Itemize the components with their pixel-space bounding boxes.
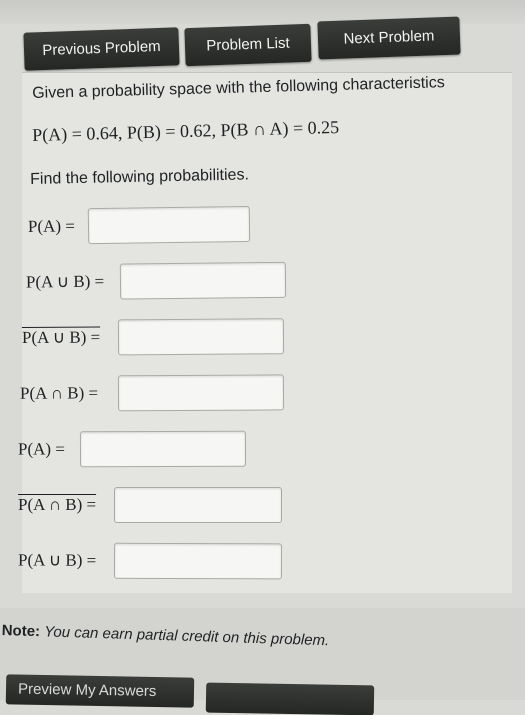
answer-input-p-a[interactable]	[87, 205, 251, 245]
problem-list-button[interactable]: Problem List	[184, 23, 312, 67]
answer-label: P(A ∪ B) =	[25, 271, 105, 292]
answer-row: P(A ∩ B) =	[18, 487, 322, 527]
answer-input-p-a-union-b[interactable]	[119, 261, 287, 300]
answer-input-p-a-complement[interactable]	[79, 430, 247, 468]
answer-row: P(A ∪ B) =	[22, 318, 322, 360]
previous-problem-button[interactable]: Previous Problem	[23, 27, 180, 71]
answer-label: P(A) =	[27, 216, 76, 237]
answer-row: P(A) =	[18, 430, 322, 471]
answer-label: P(A ∩ B) =	[19, 383, 99, 403]
problem-navigation: Previous Problem Problem List Next Probl…	[23, 14, 464, 71]
note-label: Note:	[1, 622, 41, 641]
next-problem-button[interactable]: Next Problem	[317, 16, 461, 60]
answer-input-p-a-intersect-b[interactable]	[117, 374, 285, 412]
preview-answers-button[interactable]: Preview My Answers	[5, 674, 195, 708]
answer-label: P(A ∪ B) =	[17, 550, 97, 570]
problem-intro: Given a probability space with the follo…	[32, 74, 445, 102]
answer-input-complement-a-union-b[interactable]	[117, 318, 285, 356]
answer-row: P(A) =	[22, 205, 323, 249]
answer-row: P(A ∪ B) =	[18, 542, 322, 583]
submit-answers-button[interactable]	[205, 682, 375, 715]
given-probabilities: P(A) = 0.64, P(B) = 0.62, P(B ∩ A) = 0.2…	[32, 117, 339, 146]
answer-label: P(A ∩ B) =	[18, 495, 97, 514]
find-instruction: Find the following probabilities.	[30, 166, 250, 188]
answer-label: P(A) =	[17, 439, 65, 459]
given-text: P(A) = 0.64, P(B) = 0.62, P(B ∩ A) = 0.2…	[32, 116, 340, 145]
answer-input-p-a-complement-union-b[interactable]	[113, 542, 283, 580]
answer-label: P(A ∪ B) =	[21, 327, 101, 348]
answer-row: P(A ∩ B) =	[19, 374, 322, 416]
answer-input-complement-a-intersect-b[interactable]	[114, 487, 282, 523]
answer-row: P(A ∪ B) =	[22, 261, 322, 304]
problem-panel: Given a probability space with the follo…	[18, 72, 512, 593]
